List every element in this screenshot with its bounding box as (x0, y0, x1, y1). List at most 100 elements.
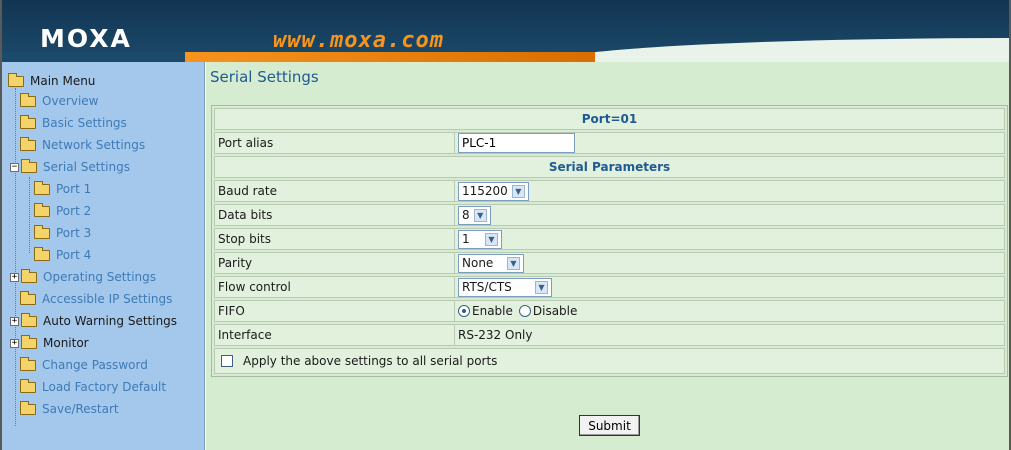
fifo-enable-label: Enable (472, 304, 513, 318)
sidebar-item-accessible-ip-settings[interactable]: Accessible IP Settings (20, 289, 172, 309)
header-url: www.moxa.com (273, 28, 444, 53)
sidebar-item-label: Port 2 (56, 204, 92, 218)
parity-label: Parity (215, 253, 455, 273)
parity-cell: None ▼ (455, 253, 1004, 273)
parity-select[interactable]: None ▼ (458, 253, 524, 273)
sidebar-item-label: Overview (42, 94, 99, 108)
sidebar-item-label: Operating Settings (43, 270, 157, 284)
expand-icon[interactable]: + (10, 338, 19, 348)
flow-control-row: Flow control RTS/CTS ▼ (214, 276, 1005, 298)
apply-all-cell: Apply the above settings to all serial p… (215, 349, 1004, 373)
fifo-disable-label: Disable (532, 304, 578, 318)
fifo-enable-option[interactable]: Enable (458, 304, 513, 318)
sidebar-item-label: Auto Warning Settings (43, 314, 178, 328)
baud-rate-select[interactable]: 115200 ▼ (458, 181, 529, 201)
submit-button[interactable]: Submit (579, 415, 640, 436)
sidebar-item-label: Port 3 (56, 226, 92, 240)
flow-control-value: RTS/CTS (462, 280, 512, 294)
stop-bits-value: 1 (462, 232, 470, 246)
folder-icon (20, 400, 36, 415)
expand-icon[interactable]: + (10, 272, 19, 282)
folder-icon (34, 180, 50, 195)
stop-bits-label: Stop bits (215, 229, 455, 249)
data-bits-value: 8 (462, 208, 470, 222)
baud-rate-value: 115200 (462, 184, 508, 198)
folder-icon (21, 334, 37, 349)
header-stripe (2, 52, 192, 62)
sidebar-item-load-factory-default[interactable]: Load Factory Default (20, 377, 166, 397)
sidebar-item-overview[interactable]: Overview (20, 91, 99, 111)
collapse-icon[interactable]: − (10, 162, 19, 172)
folder-icon (20, 114, 36, 129)
sidebar-item-port-2[interactable]: Port 2 (34, 201, 91, 221)
folder-icon (21, 312, 37, 327)
folder-icon (34, 224, 50, 239)
stop-bits-select[interactable]: 1 ▼ (458, 229, 502, 249)
sidebar-item-port-3[interactable]: Port 3 (34, 223, 91, 243)
sidebar-item-serial-settings[interactable]: − Serial Settings (10, 157, 130, 177)
port-header-row: Port=01 (214, 108, 1005, 130)
apply-all-row: Apply the above settings to all serial p… (214, 348, 1005, 374)
baud-rate-label: Baud rate (215, 181, 455, 201)
sidebar-item-save-restart[interactable]: Save/Restart (20, 399, 119, 419)
sidebar-item-label: Network Settings (42, 138, 146, 152)
sidebar-item-operating-settings[interactable]: + Operating Settings (10, 267, 156, 287)
stop-bits-row: Stop bits 1 ▼ (214, 228, 1005, 250)
folder-icon (34, 202, 50, 217)
sidebar-item-label: Save/Restart (42, 402, 119, 416)
port-alias-label: Port alias (215, 133, 455, 153)
sidebar-item-network-settings[interactable]: Network Settings (20, 135, 145, 155)
stop-bits-cell: 1 ▼ (455, 229, 1004, 249)
expand-icon[interactable]: + (10, 316, 19, 326)
fifo-disable-option[interactable]: Disable (518, 304, 578, 318)
sidebar-item-label: Load Factory Default (42, 380, 167, 394)
sidebar-item-label: Monitor (43, 336, 89, 350)
sidebar-item-monitor[interactable]: + Monitor (10, 333, 89, 353)
sidebar-item-port-4[interactable]: Port 4 (34, 245, 91, 265)
folder-icon (20, 378, 36, 393)
fifo-label: FIFO (215, 301, 455, 321)
port-alias-cell (455, 133, 1004, 153)
folder-icon (20, 290, 36, 305)
interface-value: RS-232 Only (458, 328, 533, 342)
data-bits-row: Data bits 8 ▼ (214, 204, 1005, 226)
header-wave-decoration (547, 38, 1009, 62)
flow-control-select[interactable]: RTS/CTS ▼ (458, 277, 552, 297)
sidebar-menu: Main Menu Overview Basic Settings Networ… (2, 62, 205, 450)
folder-open-icon (8, 72, 24, 87)
sidebar-item-label: Serial Settings (43, 160, 130, 174)
port-alias-row: Port alias (214, 132, 1005, 154)
header-banner: MOXA www.moxa.com (2, 0, 1009, 62)
sidebar-item-basic-settings[interactable]: Basic Settings (20, 113, 127, 133)
sidebar-item-label: Basic Settings (42, 116, 127, 130)
sidebar-item-label: Main Menu (30, 74, 96, 88)
folder-icon (21, 268, 37, 283)
radio-checked-icon[interactable] (458, 305, 470, 317)
baud-rate-row: Baud rate 115200 ▼ (214, 180, 1005, 202)
parity-row: Parity None ▼ (214, 252, 1005, 274)
radio-unchecked-icon[interactable] (518, 305, 531, 317)
data-bits-label: Data bits (215, 205, 455, 225)
folder-icon (34, 246, 50, 261)
fifo-row: FIFO Enable Disable (214, 300, 1005, 322)
page-title: Serial Settings (210, 68, 319, 86)
sidebar-item-label: Port 4 (56, 248, 92, 262)
port-alias-input[interactable] (458, 133, 575, 153)
chevron-down-icon: ▼ (535, 280, 548, 294)
sidebar-item-port-1[interactable]: Port 1 (34, 179, 91, 199)
folder-icon (20, 136, 36, 151)
chevron-down-icon: ▼ (485, 232, 498, 246)
sidebar-item-change-password[interactable]: Change Password (20, 355, 148, 375)
baud-rate-cell: 115200 ▼ (455, 181, 1004, 201)
serial-params-header-row: Serial Parameters (214, 156, 1005, 178)
chevron-down-icon: ▼ (511, 184, 525, 198)
fifo-cell: Enable Disable (455, 301, 1004, 321)
sidebar-item-auto-warning-settings[interactable]: + Auto Warning Settings (10, 311, 177, 331)
interface-row: Interface RS-232 Only (214, 324, 1005, 346)
data-bits-select[interactable]: 8 ▼ (458, 205, 491, 225)
sidebar-item-main-menu[interactable]: Main Menu (8, 71, 95, 91)
flow-control-cell: RTS/CTS ▼ (455, 277, 1004, 297)
tree-line (29, 177, 30, 253)
apply-all-checkbox[interactable] (221, 355, 233, 367)
chevron-down-icon: ▼ (507, 256, 520, 270)
